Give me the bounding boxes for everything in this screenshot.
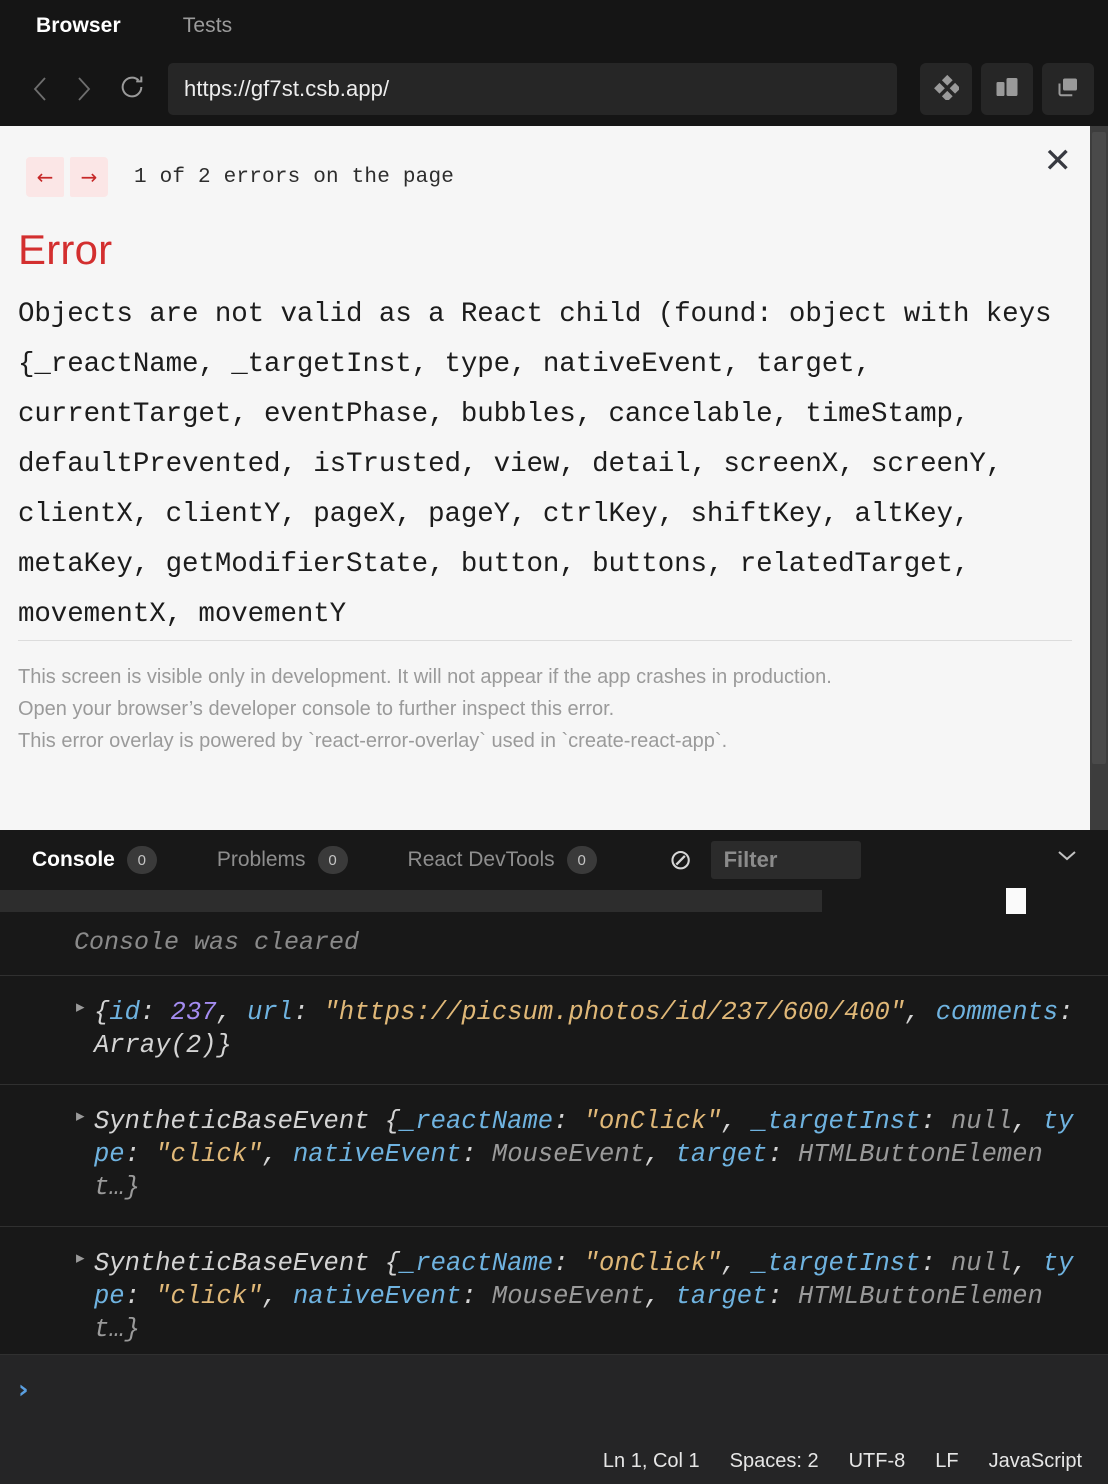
console-log-row[interactable]: ▸ SyntheticBaseEvent {_reactName: "onCli…: [0, 1226, 1108, 1354]
scrollbar-track[interactable]: [0, 890, 822, 912]
footer-line-3: This error overlay is powered by `react-…: [18, 730, 728, 752]
line-ending[interactable]: LF: [935, 1450, 958, 1473]
next-error-button[interactable]: →: [70, 157, 108, 197]
status-bar: Ln 1, Col 1 Spaces: 2 UTF-8 LF JavaScrip…: [0, 1438, 1108, 1484]
indentation[interactable]: Spaces: 2: [730, 1450, 819, 1473]
error-overlay-scrollbar[interactable]: [1090, 126, 1108, 830]
codesandbox-preview-window: Browser Tests https://gf7st.csb.app/ ← →…: [0, 0, 1108, 1484]
responsive-view-button[interactable]: [981, 63, 1033, 115]
chevron-right-icon: [74, 74, 94, 104]
chevron-left-icon: [30, 74, 50, 104]
disclosure-triangle-icon[interactable]: ▸: [76, 1249, 85, 1266]
console-cleared-notice: Console was cleared: [74, 928, 360, 957]
responsive-panels-icon: [994, 74, 1020, 105]
react-error-overlay: ← → 1 of 2 errors on the page ✕ Error Ob…: [0, 126, 1108, 830]
tab-browser[interactable]: Browser: [36, 14, 121, 38]
chevron-down-icon[interactable]: [1056, 848, 1078, 867]
tab-problems-label: Problems: [216, 848, 306, 871]
tab-console-badge: 0: [126, 846, 157, 874]
scrollbar-thumb[interactable]: [1092, 132, 1106, 764]
error-nav-group: ← →: [26, 157, 108, 197]
console-horizontal-scrollbar[interactable]: [0, 888, 1108, 914]
diamond-grid-icon: [933, 74, 961, 105]
language-mode[interactable]: JavaScript: [989, 1450, 1082, 1473]
filter-input[interactable]: Filter: [710, 841, 861, 879]
console-input-row[interactable]: ›: [0, 1354, 1108, 1438]
address-bar-value: https://gf7st.csb.app/: [184, 76, 390, 101]
back-button[interactable]: [18, 67, 62, 111]
tab-console-label: Console: [32, 848, 115, 871]
tab-problems[interactable]: Problems 0: [217, 846, 348, 874]
tab-tests[interactable]: Tests: [183, 14, 233, 38]
encoding[interactable]: UTF-8: [849, 1450, 906, 1473]
tab-react-devtools-badge: 0: [566, 846, 597, 874]
footer-line-2: Open your browser’s developer console to…: [18, 698, 615, 720]
cursor-position[interactable]: Ln 1, Col 1: [603, 1450, 700, 1473]
previous-error-button[interactable]: ←: [26, 157, 64, 197]
close-icon[interactable]: ✕: [1044, 144, 1073, 178]
console-log-row[interactable]: ▸ SyntheticBaseEvent {_reactName: "onCli…: [0, 1084, 1108, 1226]
react-devtools-button[interactable]: [920, 63, 972, 115]
console-tab-bar: Console 0 Problems 0 React DevTools 0 ⊘ …: [0, 830, 1108, 890]
error-message: Objects are not valid as a React child (…: [18, 299, 1068, 630]
error-overlay-header: ← → 1 of 2 errors on the page: [18, 150, 1072, 204]
scrollbar-thumb-white[interactable]: [1006, 888, 1026, 914]
error-title: Error: [18, 226, 113, 273]
error-message-container: Objects are not valid as a React child (…: [18, 290, 1072, 640]
tab-react-devtools-label: React DevTools: [407, 848, 555, 871]
reload-icon: [118, 73, 146, 106]
prompt-caret-icon: ›: [18, 1375, 29, 1405]
open-in-new-window-button[interactable]: [1042, 63, 1094, 115]
disclosure-triangle-icon[interactable]: ▸: [76, 1107, 85, 1124]
tab-console[interactable]: Console 0: [32, 846, 157, 874]
error-counter: 1 of 2 errors on the page: [134, 165, 455, 189]
filter-placeholder: Filter: [723, 847, 778, 872]
tab-problems-badge: 0: [317, 846, 348, 874]
console-log-row[interactable]: ▸ {id: 237, url: "https://picsum.photos/…: [0, 975, 1108, 1084]
error-overlay-footer: This screen is visible only in developme…: [18, 661, 1072, 757]
preview-tab-bar: Browser Tests: [0, 0, 1108, 52]
disclosure-triangle-icon[interactable]: ▸: [76, 998, 85, 1015]
error-divider: [18, 640, 1072, 641]
clear-console-icon[interactable]: ⊘: [663, 842, 699, 878]
footer-line-1: This screen is visible only in developme…: [18, 666, 832, 688]
forward-button[interactable]: [62, 67, 106, 111]
log-entry-2: SyntheticBaseEvent {_reactName: "onClick…: [94, 1249, 1074, 1344]
log-entry-0: {id: 237, url: "https://picsum.photos/id…: [94, 998, 1074, 1060]
tab-react-devtools[interactable]: React DevTools 0: [408, 846, 597, 874]
browser-toolbar: https://gf7st.csb.app/: [0, 52, 1108, 126]
console-log-list: Console was cleared ▸ {id: 237, url: "ht…: [0, 912, 1108, 1354]
log-entry-1: SyntheticBaseEvent {_reactName: "onClick…: [94, 1107, 1074, 1202]
reload-button[interactable]: [106, 67, 158, 111]
console-panel: Console 0 Problems 0 React DevTools 0 ⊘ …: [0, 830, 1108, 1438]
address-bar[interactable]: https://gf7st.csb.app/: [168, 63, 897, 115]
open-new-window-icon: [1055, 74, 1081, 105]
